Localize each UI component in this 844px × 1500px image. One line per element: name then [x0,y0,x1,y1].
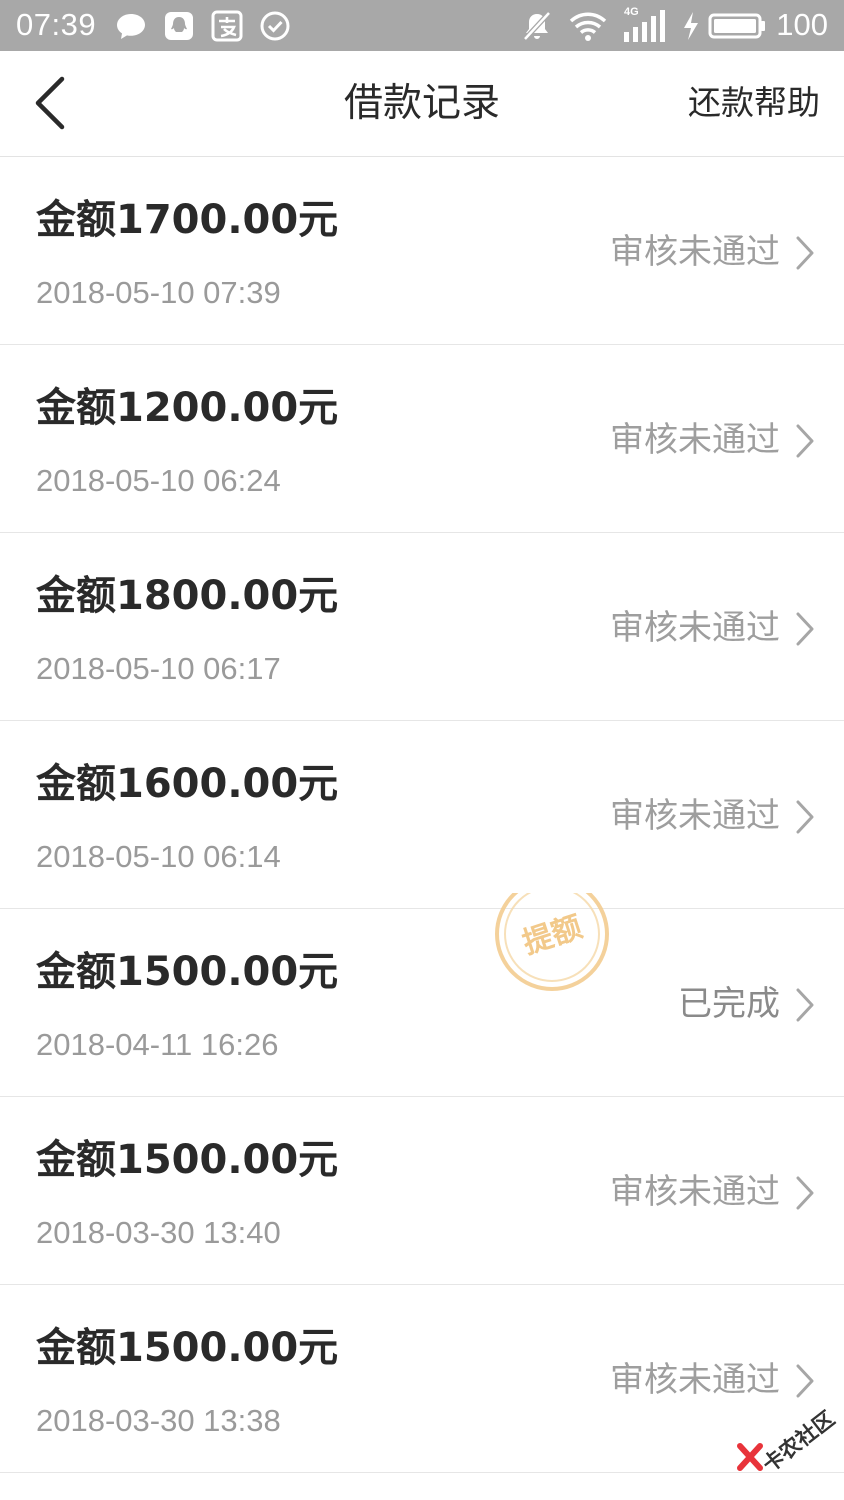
navigation-header: 借款记录 还款帮助 [0,51,844,157]
charging-icon [684,12,698,40]
status-bar: 07:39 4G 100 [0,0,844,51]
loan-date: 2018-05-10 06:14 [36,839,281,874]
loan-date: 2018-04-11 16:26 [36,1027,279,1062]
loan-amount: 金额1700.00元 [36,197,339,243]
loan-record-item[interactable]: 金额1200.00元 2018-05-10 06:24 审核未通过 [0,345,844,533]
loan-date: 2018-05-10 06:24 [36,463,281,498]
chat-bubble-icon [117,14,145,39]
loan-date: 2018-03-30 13:38 [36,1403,281,1438]
loan-record-item[interactable]: 金额1600.00元 2018-05-10 06:14 审核未通过 [0,721,844,909]
loan-status: 审核未通过 [610,608,780,648]
loan-status: 审核未通过 [610,420,780,460]
signal-icon [624,10,665,42]
loan-status: 审核未通过 [610,1172,780,1212]
loan-date: 2018-03-30 13:40 [36,1215,281,1250]
chevron-right-icon [796,424,814,458]
chevron-right-icon [796,800,814,834]
loan-date: 2018-05-10 07:39 [36,275,281,310]
loan-status: 审核未通过 [610,1360,780,1400]
loan-amount: 金额1600.00元 [36,761,339,807]
loan-record-item[interactable]: 金额1800.00元 2018-05-10 06:17 审核未通过 [0,533,844,721]
chevron-right-icon [796,1176,814,1210]
loan-record-item[interactable]: 金额1500.00元 2018-03-30 13:40 审核未通过 [0,1097,844,1285]
alipay-icon [211,10,243,42]
loan-amount: 金额1500.00元 [36,1137,339,1183]
status-time: 07:39 [16,7,97,42]
chevron-right-icon [796,988,814,1022]
loan-record-item[interactable]: 金额1700.00元 2018-05-10 07:39 审核未通过 [0,157,844,345]
loan-amount: 金额1200.00元 [36,385,339,431]
signal-indicator: 4G [622,6,670,44]
loan-amount: 金额1500.00元 [36,1325,339,1371]
chevron-right-icon [796,1364,814,1398]
repayment-help-link[interactable]: 还款帮助 [688,81,820,125]
wifi-icon [569,12,607,41]
loan-status: 审核未通过 [610,232,780,272]
loan-record-item[interactable]: 金额1500.00元 2018-04-11 16:26 已完成 [0,909,844,1097]
loan-amount: 金额1500.00元 [36,949,339,995]
loan-record-item[interactable]: 金额1500.00元 2018-03-30 13:38 审核未通过 [0,1285,844,1473]
check-circle-icon [260,11,290,41]
chevron-right-icon [796,612,814,646]
loan-record-list: 金额1700.00元 2018-05-10 07:39 审核未通过 金额1200… [0,157,844,1473]
loan-status: 已完成 [678,984,780,1024]
loan-amount: 金额1800.00元 [36,573,339,619]
mute-bell-icon [523,11,551,41]
loan-status: 审核未通过 [610,796,780,836]
chevron-right-icon [796,236,814,270]
qq-icon [165,12,193,40]
battery-icon [708,13,765,39]
loan-date: 2018-05-10 06:17 [36,651,281,686]
battery-percentage: 100 [776,7,828,42]
